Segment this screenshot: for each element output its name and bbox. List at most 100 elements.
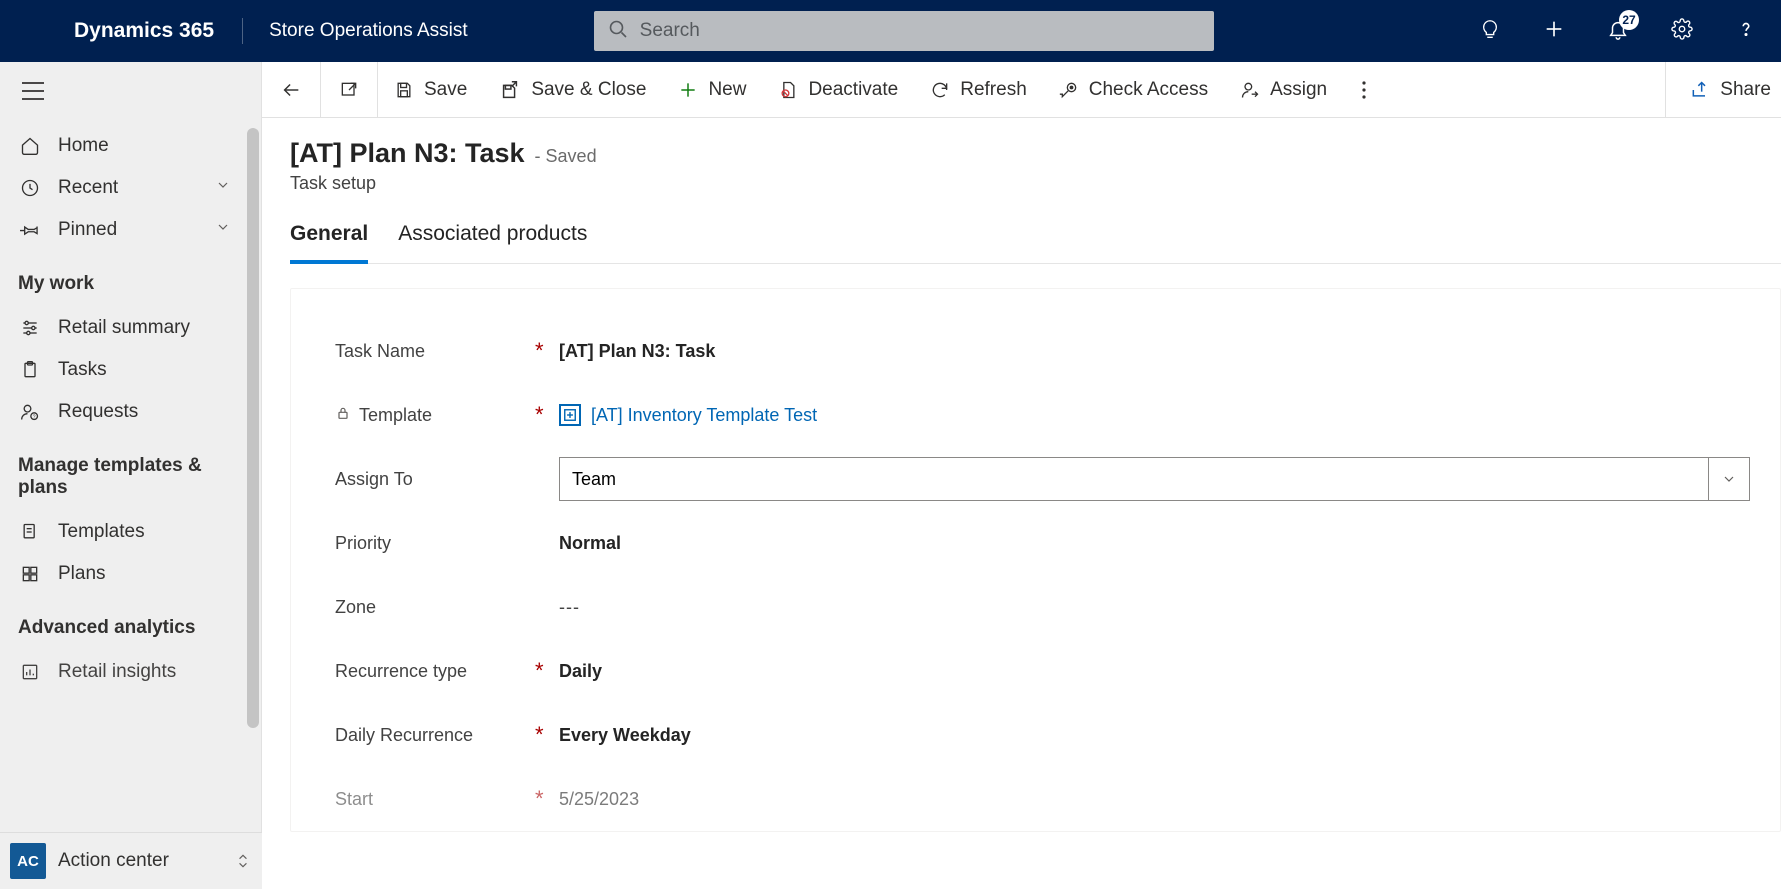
tab-associated-products[interactable]: Associated products [398,222,587,263]
form-tabs: General Associated products [290,222,1781,264]
select-assign-to[interactable]: Team [559,457,1750,501]
field-value: --- [559,597,580,618]
left-navigation: Home Recent Pinned My work Retail summar… [0,62,262,889]
field-zone[interactable]: Zone --- [335,575,1750,639]
app-area-switcher[interactable]: AC Action center [0,832,262,889]
required-indicator: * [535,338,559,364]
switcher-label: Action center [58,850,224,872]
help-icon[interactable] [1735,18,1757,45]
chart-icon [20,662,40,682]
field-assign-to[interactable]: Assign To Team [335,447,1750,511]
command-bar: Save Save & Close New Deactivate Refresh… [262,62,1781,118]
nav-label: Pinned [58,219,117,241]
notification-icon[interactable]: 27 [1607,18,1629,45]
cmd-label: Assign [1270,79,1327,101]
search-icon [608,19,640,44]
share-button[interactable]: Share [1665,62,1781,118]
field-label: Recurrence type [335,661,467,682]
field-start[interactable]: Start * 5/25/2023 [335,767,1750,831]
nav-item-retail-summary[interactable]: Retail summary [0,307,261,349]
person-question-icon: ? [20,402,40,422]
global-header: Dynamics 365 Store Operations Assist Sea… [0,0,1781,62]
field-label: Task Name [335,341,425,362]
field-label: Assign To [335,469,413,490]
back-button[interactable] [262,62,320,118]
field-value: Normal [559,533,621,554]
nav-label: Tasks [58,359,107,381]
add-icon[interactable] [1543,18,1565,45]
check-access-button[interactable]: Check Access [1043,62,1224,118]
refresh-button[interactable]: Refresh [914,62,1043,118]
field-value: [AT] Plan N3: Task [559,341,715,362]
cmd-label: Deactivate [808,79,898,101]
brand-title[interactable]: Dynamics 365 [0,19,242,43]
cmd-label: Check Access [1089,79,1208,101]
overflow-button[interactable] [1343,62,1385,118]
lightbulb-icon[interactable] [1479,18,1501,45]
global-search[interactable]: Search [594,11,1214,51]
template-icon [20,522,40,542]
select-value: Team [572,469,616,490]
field-value: Daily [559,661,602,682]
nav-item-plans[interactable]: Plans [0,553,261,595]
tab-general[interactable]: General [290,222,368,264]
nav-item-tasks[interactable]: Tasks [0,349,261,391]
nav-label: Recent [58,177,118,199]
clock-icon [20,178,40,198]
chevron-down-icon [215,219,241,241]
field-label: Start [335,789,373,810]
nav-item-requests[interactable]: ? Requests [0,391,261,433]
nav-item-retail-insights[interactable]: Retail insights [0,651,261,693]
popout-button[interactable] [321,62,377,118]
cmd-label: New [708,79,746,101]
field-daily-recurrence[interactable]: Daily Recurrence * Every Weekday [335,703,1750,767]
deactivate-button[interactable]: Deactivate [762,62,914,118]
form-section: Task Name * [AT] Plan N3: Task Template … [290,288,1781,832]
cmd-label: Save & Close [531,79,646,101]
record-title: [AT] Plan N3: Task [290,138,525,169]
scrollbar[interactable] [247,128,259,728]
assign-button[interactable]: Assign [1224,62,1343,118]
nav-label: Templates [58,521,145,543]
nav-item-recent[interactable]: Recent [0,167,261,209]
notification-badge: 27 [1619,10,1639,30]
nav-toggle[interactable] [0,62,261,125]
nav-label: Requests [58,401,138,423]
field-priority[interactable]: Priority Normal [335,511,1750,575]
field-label: Daily Recurrence [335,725,473,746]
field-template[interactable]: Template * [AT] Inventory Template Test [335,383,1750,447]
nav-section-mywork: My work [0,251,261,307]
cmd-label: Save [424,79,467,101]
nav-label: Home [58,135,109,157]
grid-icon [20,564,40,584]
chevron-down-icon [215,177,241,199]
home-icon [20,136,40,156]
save-button[interactable]: Save [378,62,483,118]
entity-icon [559,404,581,426]
lookup-text: [AT] Inventory Template Test [591,405,817,426]
lookup-value[interactable]: [AT] Inventory Template Test [559,404,817,426]
svg-text:?: ? [33,415,36,421]
nav-item-home[interactable]: Home [0,125,261,167]
switcher-badge: AC [10,843,46,879]
field-value: 5/25/2023 [559,789,639,810]
nav-item-pinned[interactable]: Pinned [0,209,261,251]
nav-section-analytics: Advanced analytics [0,595,261,651]
field-label: Zone [335,597,376,618]
app-name[interactable]: Store Operations Assist [243,20,494,42]
pin-icon [20,220,40,240]
nav-label: Retail summary [58,317,190,339]
entity-name: Task setup [290,173,1781,194]
save-close-button[interactable]: Save & Close [483,62,662,118]
required-indicator: * [535,722,559,748]
required-indicator: * [535,402,559,428]
field-recurrence-type[interactable]: Recurrence type * Daily [335,639,1750,703]
nav-label: Plans [58,563,106,585]
field-label: Priority [335,533,391,554]
settings-icon[interactable] [1671,18,1693,45]
nav-item-templates[interactable]: Templates [0,511,261,553]
field-task-name[interactable]: Task Name * [AT] Plan N3: Task [335,319,1750,383]
required-indicator: * [535,658,559,684]
new-button[interactable]: New [662,62,762,118]
cmd-label: Share [1720,79,1771,101]
